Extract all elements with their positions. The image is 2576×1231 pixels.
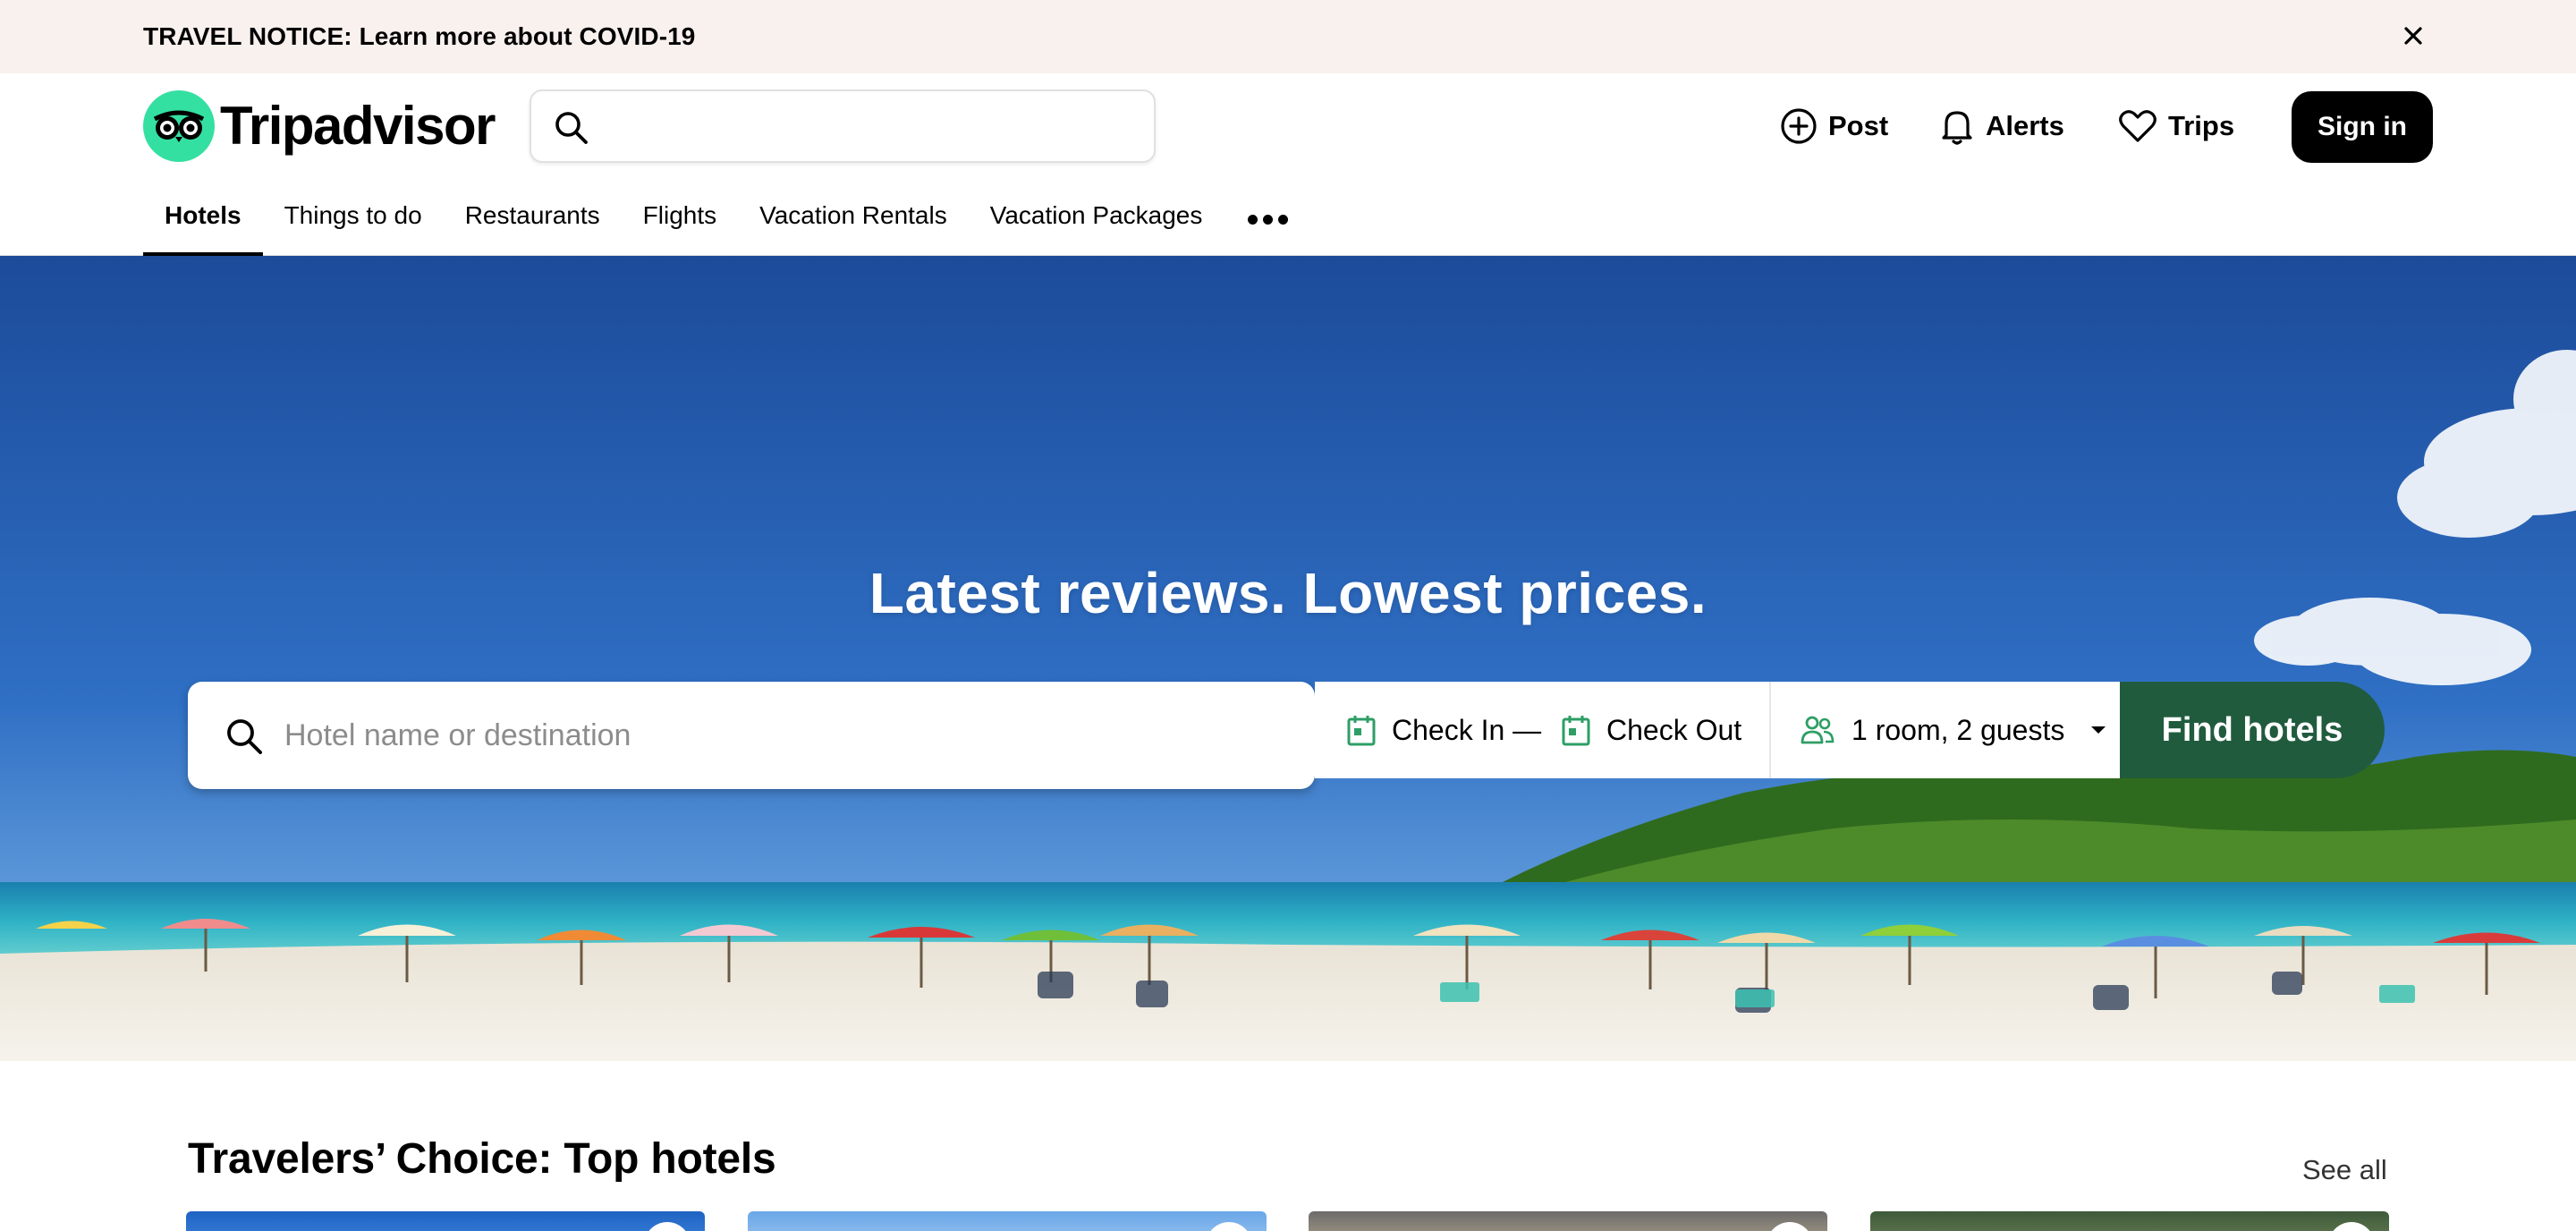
- nav-tab-vacation-rentals[interactable]: Vacation Rentals: [738, 190, 969, 256]
- check-in-field[interactable]: Check In —: [1347, 682, 1541, 778]
- find-hotels-button[interactable]: Find hotels: [2120, 682, 2385, 778]
- save-heart-icon[interactable]: [2328, 1222, 2375, 1231]
- rooms-guests-value: 1 room, 2 guests: [1852, 713, 2065, 746]
- calendar-icon: [1347, 716, 1376, 746]
- check-out-label: Check Out: [1606, 713, 1742, 746]
- hotel-card[interactable]: [1309, 1211, 1827, 1231]
- logo-wordmark: Tripadvisor: [220, 96, 496, 156]
- save-heart-icon[interactable]: [1767, 1222, 1813, 1231]
- bell-icon: [1942, 111, 1972, 145]
- hotel-card[interactable]: [186, 1211, 705, 1231]
- tripadvisor-logo[interactable]: Tripadvisor: [143, 89, 496, 163]
- post-button[interactable]: Post: [1780, 89, 1888, 163]
- trips-button[interactable]: Trips: [2118, 89, 2234, 163]
- section-title: Travelers’ Choice: Top hotels: [188, 1135, 776, 1183]
- alerts-label: Alerts: [1986, 110, 2064, 141]
- check-in-label: Check In —: [1392, 713, 1542, 746]
- save-heart-icon[interactable]: [644, 1222, 691, 1231]
- hero-banner: Latest reviews. Lowest prices. Check In …: [0, 256, 2576, 1061]
- trips-label: Trips: [2168, 110, 2235, 141]
- rooms-guests-selector[interactable]: 1 room, 2 guests: [1800, 682, 2107, 778]
- search-icon: [227, 719, 262, 754]
- more-dots-icon[interactable]: [1224, 190, 1312, 256]
- header-search-input[interactable]: [606, 98, 1134, 154]
- close-icon[interactable]: [2395, 18, 2431, 54]
- nav-tab-vacation-packages[interactable]: Vacation Packages: [969, 190, 1224, 256]
- alerts-button[interactable]: Alerts: [1939, 89, 2064, 163]
- nav-tab-flights[interactable]: Flights: [622, 190, 738, 256]
- site-header: Tripadvisor Post Alerts Trips Sign in Ho…: [0, 73, 2576, 256]
- see-all-link[interactable]: See all: [2302, 1154, 2387, 1186]
- heart-icon: [2119, 110, 2157, 142]
- search-icon: [555, 112, 588, 144]
- category-nav: Hotels Things to do Restaurants Flights …: [143, 190, 1312, 256]
- sign-in-button[interactable]: Sign in: [2292, 91, 2433, 163]
- nav-tab-restaurants[interactable]: Restaurants: [444, 190, 622, 256]
- header-search-box[interactable]: [530, 89, 1156, 163]
- calendar-icon: [1562, 716, 1590, 746]
- hotel-card[interactable]: [1870, 1211, 2389, 1231]
- save-heart-icon[interactable]: [1206, 1222, 1252, 1231]
- hero-headline: Latest reviews. Lowest prices.: [869, 561, 1707, 625]
- nav-tab-hotels[interactable]: Hotels: [143, 190, 263, 256]
- hotel-search-box[interactable]: [188, 682, 1315, 789]
- chevron-down-icon: [2091, 726, 2106, 734]
- booking-options-box: Check In — Check Out 1 room, 2 guests: [1315, 682, 2209, 778]
- hotel-destination-input[interactable]: [284, 709, 1268, 762]
- beach-hero-image: [0, 256, 2576, 1061]
- owl-logo-icon: [143, 90, 215, 162]
- hotel-card[interactable]: [748, 1211, 1267, 1231]
- check-out-field[interactable]: Check Out: [1562, 682, 1741, 778]
- guests-icon: [1801, 716, 1835, 744]
- field-divider: [1769, 682, 1771, 778]
- travel-notice-link[interactable]: TRAVEL NOTICE: Learn more about COVID-19: [143, 21, 695, 52]
- plus-circle-icon: [1781, 108, 1817, 144]
- travel-notice-bar: TRAVEL NOTICE: Learn more about COVID-19: [0, 0, 2576, 73]
- nav-tab-things-to-do[interactable]: Things to do: [263, 190, 444, 256]
- post-label: Post: [1828, 110, 1889, 141]
